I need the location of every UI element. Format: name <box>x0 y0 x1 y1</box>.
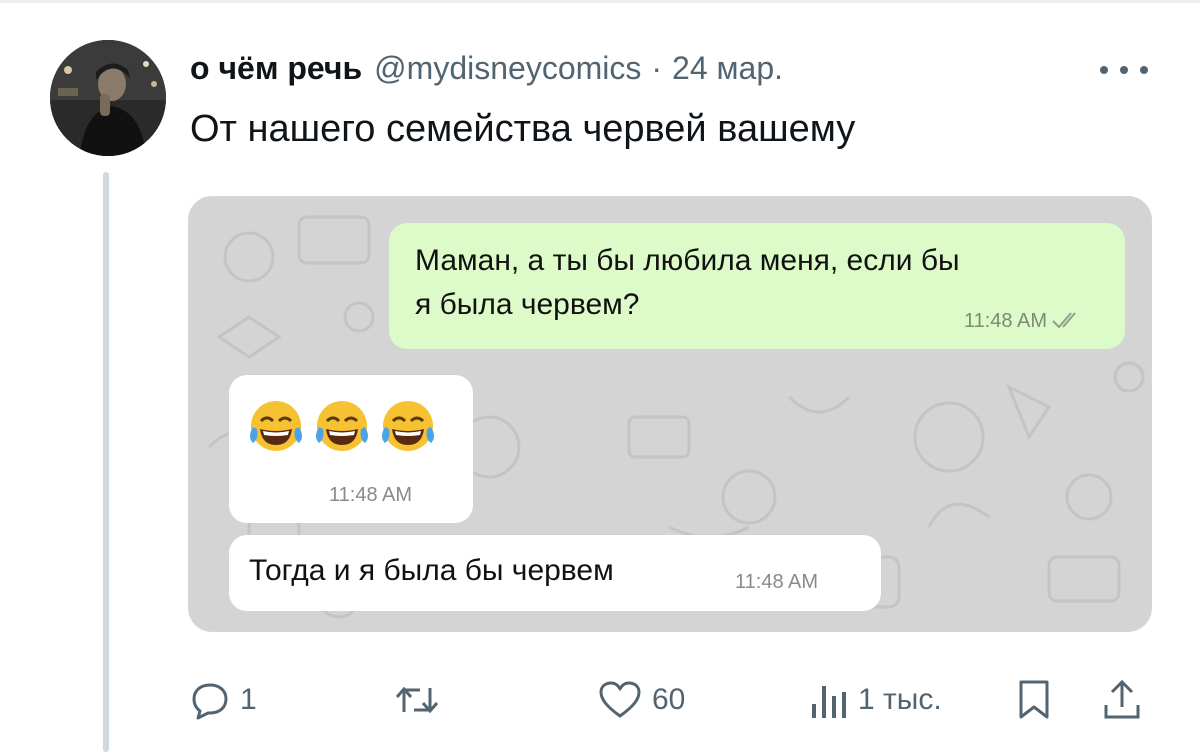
thread-connector-line <box>103 172 109 752</box>
views-count: 1 тыс. <box>858 683 942 716</box>
header-separator: · <box>651 50 663 86</box>
incoming-text-bubble: Тогда и я была бы червем 11:48 AM <box>229 535 881 611</box>
tears-of-joy-emoji-icon <box>316 401 368 451</box>
incoming-message-time: 11:48 AM <box>735 571 819 593</box>
repost-icon <box>395 686 439 714</box>
read-checkmarks-icon <box>1052 312 1076 329</box>
author-name[interactable]: о чём речь <box>190 50 362 87</box>
outgoing-message-text: Маман, а ты бы любила меня, если бы я бы… <box>415 239 960 327</box>
post-date[interactable]: 24 мар. <box>672 50 783 87</box>
bookmark-button[interactable] <box>1016 670 1052 730</box>
avatar-photo <box>50 40 166 156</box>
reply-button[interactable]: 1 <box>190 670 257 730</box>
views-button[interactable]: 1 тыс. <box>806 670 942 730</box>
post-text: От нашего семейства червей вашему <box>190 108 856 150</box>
emoji-row <box>247 397 437 455</box>
share-button[interactable] <box>1102 670 1142 730</box>
post-action-bar: 1 60 1 тыс. <box>0 670 1200 730</box>
outgoing-message-time: 11:48 AM <box>963 310 1047 332</box>
outgoing-message-line-1: Маман, а ты бы любила меня, если бы <box>415 244 960 277</box>
post-image-chat-screenshot[interactable]: Маман, а ты бы любила меня, если бы я бы… <box>188 196 1152 632</box>
bookmark-icon <box>1019 680 1049 719</box>
incoming-message-text: Тогда и я была бы червем <box>249 554 614 587</box>
tears-of-joy-emoji-icon <box>382 401 434 451</box>
incoming-emoji-bubble: 11:48 AM <box>229 375 473 523</box>
outgoing-message-bubble: Маман, а ты бы любила меня, если бы я бы… <box>389 223 1125 349</box>
like-button[interactable]: 60 <box>598 670 685 730</box>
reply-icon <box>192 683 228 720</box>
heart-icon <box>599 681 641 718</box>
like-count: 60 <box>652 683 686 716</box>
views-bar-chart-icon <box>812 686 846 718</box>
top-divider <box>0 0 1200 3</box>
tears-of-joy-emoji-icon <box>250 401 302 451</box>
outgoing-message-line-2: я была червем? <box>415 288 640 321</box>
post-header: о чём речь @mydisneycomics · 24 мар. <box>190 50 783 90</box>
reply-count: 1 <box>240 683 257 716</box>
incoming-emoji-time: 11:48 AM <box>329 484 413 506</box>
avatar[interactable] <box>50 40 166 156</box>
share-icon <box>1104 679 1140 719</box>
author-handle[interactable]: @mydisneycomics <box>374 50 641 87</box>
repost-button[interactable] <box>394 670 450 730</box>
more-options-icon[interactable] <box>1100 64 1148 76</box>
